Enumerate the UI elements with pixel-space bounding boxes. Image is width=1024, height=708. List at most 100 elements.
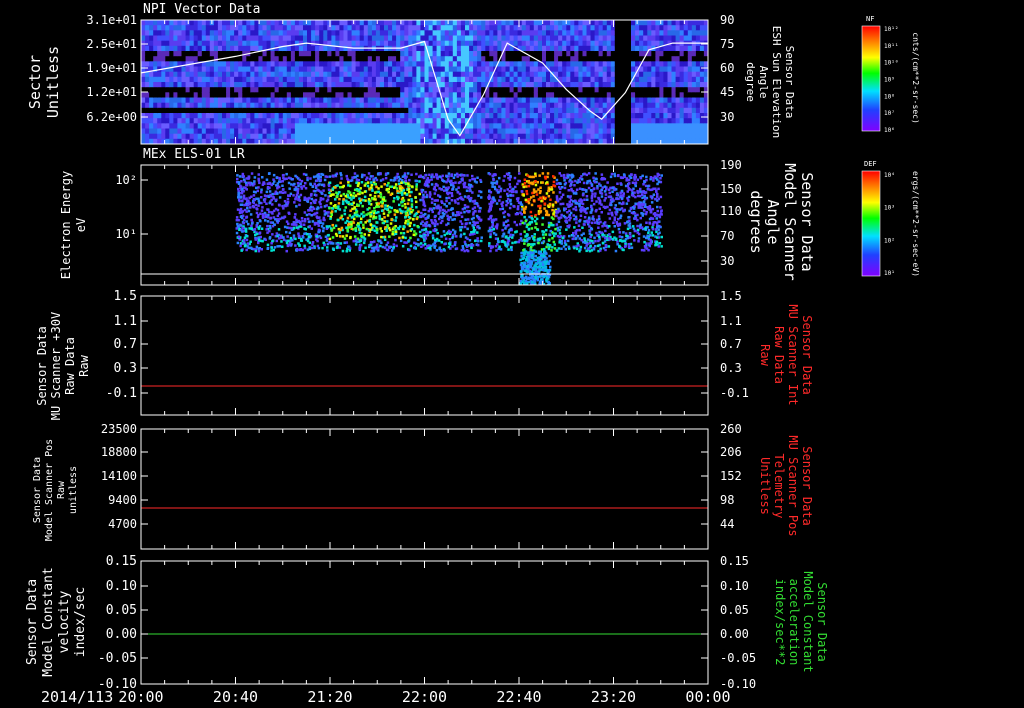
y-tick-label: 6.2e+00: [86, 110, 137, 124]
time-tick-label: 22:00: [402, 688, 447, 706]
ylabel-p2-line3: Raw Data: [63, 337, 77, 395]
panel-title-npi: NPI Vector Data: [143, 2, 260, 17]
time-tick-label: 21:20: [307, 688, 352, 706]
ylabel-p2-line1: Sensor Data: [35, 326, 49, 405]
panel-scanner-pos: 23500 18800 14100 9400 4700 260 206 152 98 44: [101, 422, 742, 550]
colorbar-def-unit: ergs/(cm**2-sr-sec-eV): [911, 171, 920, 277]
colorbar-nf-unit: cnts/(cm**2-sr-sec): [911, 32, 920, 124]
colorbar-tick-label: 10⁷: [884, 110, 895, 117]
y2-tick-label: 206: [720, 445, 742, 459]
y-tick-label: 1.9e+01: [86, 61, 137, 75]
y2-tick-label: 30: [720, 110, 734, 124]
y2label-els-line1: Sensor Data: [798, 172, 816, 271]
y2label-els: Sensor Data Model Scanner Angle degrees: [747, 163, 816, 280]
y2label-p3-line4: Unitless: [758, 457, 772, 515]
time-tick-label: 20:00: [118, 688, 163, 706]
y2label-npi-line4: degree: [744, 62, 757, 102]
colorbar-tick-label: 10⁹: [884, 77, 895, 84]
y-tick-label: 18800: [101, 445, 137, 459]
y2label-scanner-pos-tm: Sensor Data MU Scanner Pos Telemetry Uni…: [758, 435, 814, 536]
ylabel-npi-line2: Unitless: [44, 46, 62, 118]
panel-frame-constant-velocity: [140, 560, 709, 685]
time-tick-label: 23:20: [591, 688, 636, 706]
y-tick-label: 0.00: [106, 627, 137, 642]
y2label-npi: Sensor Data ESH Sun Elevation Angle degr…: [744, 26, 796, 139]
colorbar-tick-label: 10¹¹: [884, 43, 898, 50]
colorbar-tick-label: 10⁴: [884, 172, 895, 179]
y2-tick-label: 1.5: [720, 289, 742, 303]
y-tick-label: 0.3: [114, 361, 137, 376]
y2-tick-label: 0.05: [720, 603, 749, 617]
y-tick-label: 9400: [108, 493, 137, 507]
y2label-npi-line3: Angle: [757, 65, 770, 98]
y2-tick-label: 60: [720, 61, 734, 75]
ylabel-els-line1: Electron Energy: [59, 171, 73, 279]
colorbar-nf-title: NF: [866, 15, 874, 23]
y2-tick-label: 0.10: [720, 579, 749, 593]
panel-frame-scanner-30v: [140, 295, 709, 416]
y2-tick-label: 75: [720, 37, 734, 51]
npi-heatmap: [141, 20, 708, 144]
ylabel-p2-line4: Raw: [77, 354, 91, 376]
y2label-p4-line3: acceleration: [787, 579, 801, 666]
colorbar-def: DEF 10⁴ 10³ 10² 10¹ ergs/(cm**2-sr-sec-eV): [861, 160, 920, 277]
ylabel-p4-line4: index/sec: [73, 587, 88, 657]
colorbar-nf-gradient: [862, 26, 880, 131]
y2label-p4-line2: Model Constant: [801, 571, 815, 672]
y2-tick-label: 190: [720, 158, 742, 172]
y-tick-label: 10²: [115, 173, 137, 187]
y2-tick-label: 90: [720, 13, 734, 27]
y2label-p3-line2: MU Scanner Pos: [786, 435, 800, 536]
colorbar-def-title: DEF: [864, 160, 877, 168]
y2-tick-label: 0.7: [720, 337, 742, 351]
panel-npi: NPI Vector Data 3.1e+01 2.5e+01 1.9e+01 1.2…: [86, 2, 734, 145]
y2label-scanner-int: Sensor Data MU Scanner Int Raw Data Raw: [758, 304, 814, 405]
y2label-els-line3: Angle: [764, 199, 782, 244]
y-tick-label: -0.1: [106, 386, 137, 401]
y-tick-label: 1.2e+01: [86, 85, 137, 99]
colorbar-def-gradient: [862, 171, 880, 276]
y-tick-label: 2.5e+01: [86, 37, 137, 51]
y2label-p3-line3: Telemetry: [772, 453, 786, 518]
y2-tick-label: 110: [720, 204, 742, 218]
ylabel-p3-line2: Model Scanner Pos: [44, 439, 55, 541]
y-tick-label: 0.10: [106, 579, 137, 594]
y2label-p2-line2: MU Scanner Int: [786, 304, 800, 405]
y-tick-label: -0.05: [98, 651, 137, 666]
ylabel-p3-line3: Raw: [56, 480, 67, 499]
panel-els: MEx ELS-01 LR 10² 10¹ 190 150 110 70 30: [115, 147, 742, 286]
ylabel-npi: Sector Unitless: [26, 46, 62, 118]
y-tick-label: 0.15: [106, 554, 137, 569]
y2label-npi-line2: ESH Sun Elevation: [770, 26, 783, 139]
y2label-acceleration: Sensor Data Model Constant acceleration …: [773, 571, 829, 672]
y2label-p4-line1: Sensor Data: [815, 582, 829, 661]
y2label-p2-line4: Raw: [758, 344, 772, 366]
colorbar-tick-label: 10³: [884, 205, 895, 212]
ylabel-p3-line1: Sensor Data: [32, 457, 43, 523]
y-tick-label: 3.1e+01: [86, 13, 137, 27]
els-heatmap: [235, 172, 663, 285]
ylabel-p2-line2: MU Scanner +30V: [49, 312, 63, 420]
ylabel-p4-line3: velocity: [57, 591, 72, 654]
y-tick-label: 1.1: [114, 314, 137, 329]
y2label-p4-line4: index/sec**2: [773, 579, 787, 666]
colorbar-tick-label: 10¹⁰: [884, 60, 898, 67]
colorbar-tick-label: 10¹: [884, 270, 895, 277]
colorbar-tick-label: 10⁸: [884, 93, 895, 100]
colorbar-tick-label: 10¹²: [884, 26, 898, 33]
y2-tick-label: 45: [720, 85, 734, 99]
panel-frame-scanner-pos: [140, 428, 709, 550]
y-tick-label: 4700: [108, 517, 137, 531]
y2-tick-label: 98: [720, 493, 734, 507]
ylabel-p3-line4: unitless: [68, 466, 79, 514]
y2-tick-label: 70: [720, 229, 734, 243]
ylabel-scanner-30v: Sensor Data MU Scanner +30V Raw Data Raw: [35, 312, 91, 420]
ylabel-scanner-pos: Sensor Data Model Scanner Pos Raw unitle…: [32, 439, 79, 541]
y2-tick-label: -0.05: [720, 651, 756, 665]
colorbar-tick-label: 10²: [884, 237, 895, 244]
y2-tick-label: 1.1: [720, 314, 742, 328]
y2label-els-line2: Model Scanner: [781, 163, 799, 280]
y-tick-label: 1.5: [114, 289, 137, 304]
panel-title-els: MEx ELS-01 LR: [143, 147, 245, 162]
ylabel-els: Electron Energy eV: [59, 171, 88, 279]
